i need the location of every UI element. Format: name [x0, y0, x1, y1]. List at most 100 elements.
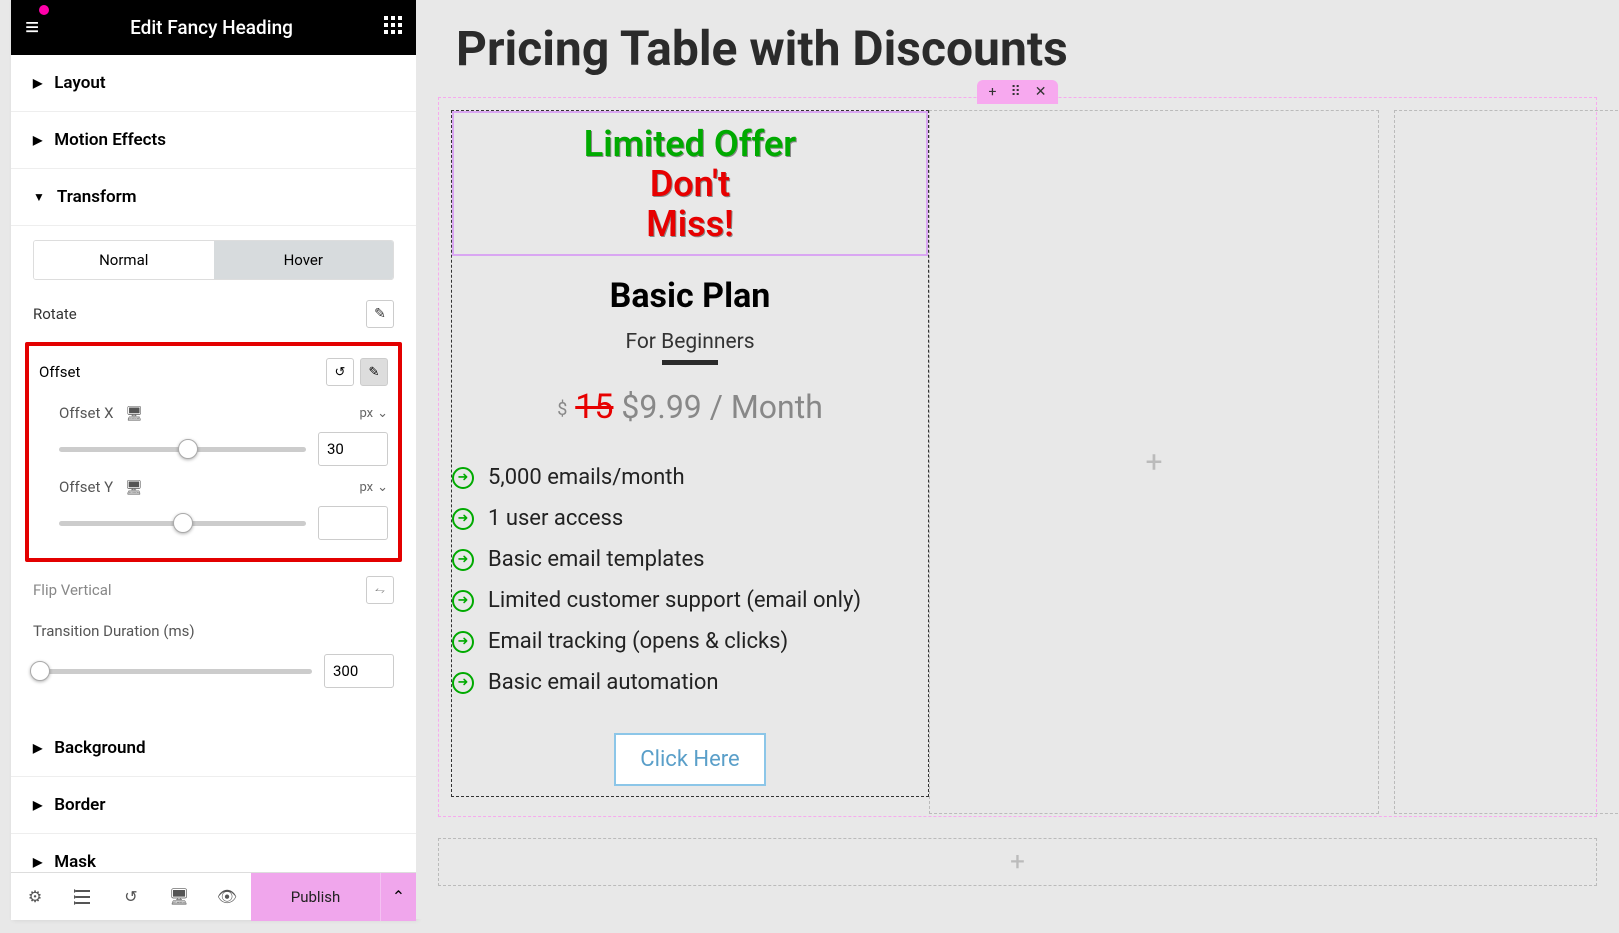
- transition-label: Transition Duration (ms): [33, 622, 394, 640]
- editor-sidebar: ≡ Edit Fancy Heading ▶ Layout ▶ Motion Eff…: [11, 0, 416, 920]
- price-currency: $: [557, 399, 567, 420]
- section-motion-effects[interactable]: ▶ Motion Effects: [11, 112, 416, 169]
- feature-item: ➜Basic email templates: [452, 539, 928, 580]
- offset-y-label: Offset Y: [59, 478, 113, 496]
- section-label: Mask: [54, 852, 96, 872]
- sidebar-header: ≡ Edit Fancy Heading: [11, 0, 416, 55]
- cta-button[interactable]: Click Here: [614, 733, 765, 786]
- caret-right-icon: ▶: [33, 798, 42, 812]
- section-label: Background: [54, 738, 145, 758]
- offer-line1: Don't: [472, 165, 908, 205]
- hamburger-icon[interactable]: ≡: [25, 13, 39, 42]
- widgets-grid-icon[interactable]: [384, 16, 402, 39]
- transition-slider[interactable]: [33, 669, 312, 674]
- price-original: 15: [575, 387, 613, 427]
- desktop-icon[interactable]: 🖥: [125, 480, 143, 496]
- check-circle-icon: ➜: [452, 467, 474, 489]
- check-circle-icon: ➜: [452, 631, 474, 653]
- offset-label: Offset: [39, 363, 80, 381]
- pricing-column-2-empty[interactable]: +: [929, 110, 1379, 814]
- sidebar-title: Edit Fancy Heading: [130, 16, 293, 39]
- rotate-row: Rotate ✎: [11, 290, 416, 338]
- section-label: Motion Effects: [54, 130, 166, 150]
- check-circle-icon: ➜: [452, 549, 474, 571]
- section-layout[interactable]: ▶ Layout: [11, 55, 416, 112]
- offset-edit-button[interactable]: ✎: [360, 358, 388, 386]
- navigator-icon[interactable]: [59, 873, 107, 921]
- caret-right-icon: ▶: [33, 133, 42, 147]
- slider-thumb[interactable]: [173, 513, 193, 533]
- rotate-label: Rotate: [33, 305, 77, 323]
- section-transform[interactable]: ▼ Transform: [11, 169, 416, 226]
- tab-hover[interactable]: Hover: [214, 241, 394, 279]
- chevron-down-icon: ⌄: [377, 406, 388, 421]
- chevron-down-icon: ⌄: [377, 480, 388, 495]
- section-label: Layout: [54, 73, 105, 93]
- offset-x-slider[interactable]: [59, 447, 306, 452]
- feature-item: ➜Limited customer support (email only): [452, 580, 928, 621]
- caret-right-icon: ▶: [33, 76, 42, 90]
- check-circle-icon: ➜: [452, 672, 474, 694]
- section-background[interactable]: ▶ Background: [11, 720, 416, 777]
- responsive-icon[interactable]: 🖥: [155, 873, 203, 921]
- section-mask[interactable]: ▶ Mask: [11, 834, 416, 872]
- transition-input[interactable]: [324, 654, 394, 688]
- offset-x-unit-select[interactable]: px ⌄: [359, 406, 388, 421]
- offer-line2: Miss!: [472, 205, 908, 245]
- offset-x-input[interactable]: [318, 432, 388, 466]
- section-label: Border: [54, 795, 105, 815]
- preview-icon[interactable]: 👁: [203, 873, 251, 921]
- feature-item: ➜5,000 emails/month: [452, 457, 928, 498]
- offset-y-unit-select[interactable]: px ⌄: [359, 480, 388, 495]
- offset-x-label: Offset X: [59, 404, 113, 422]
- section-close-button[interactable]: ✕: [1035, 84, 1047, 100]
- feature-item: ➜Email tracking (opens & clicks): [452, 621, 928, 662]
- pricing-column-1[interactable]: Limited Offer Don't Miss! Basic Plan For…: [451, 110, 929, 797]
- plan-divider: [662, 360, 718, 365]
- check-circle-icon: ➜: [452, 508, 474, 530]
- offset-panel: Offset ↺ ✎ Offset X 🖥 px ⌄ Offset Y: [25, 342, 402, 562]
- check-circle-icon: ➜: [452, 590, 474, 612]
- section-add-button[interactable]: +: [989, 84, 997, 100]
- offset-reset-button[interactable]: ↺: [326, 358, 354, 386]
- slider-thumb[interactable]: [30, 661, 50, 681]
- section-handle: + ⠿ ✕: [977, 80, 1059, 104]
- offset-y-slider[interactable]: [59, 521, 306, 526]
- price-line: $ 15 $9.99 / Month: [452, 387, 928, 427]
- section-label: Transform: [57, 187, 137, 207]
- slider-thumb[interactable]: [178, 439, 198, 459]
- offer-title: Limited Offer: [472, 123, 908, 165]
- bottom-toolbar: ⚙ ↺ 🖥 👁 Publish ⌃: [11, 872, 416, 920]
- feature-item: ➜Basic email automation: [452, 662, 928, 703]
- flip-vertical-label: Flip Vertical: [33, 581, 112, 599]
- caret-right-icon: ▶: [33, 741, 42, 755]
- add-widget-icon[interactable]: +: [1145, 445, 1162, 480]
- rotate-edit-button[interactable]: ✎: [366, 300, 394, 328]
- offset-header: Offset ↺ ✎: [29, 346, 398, 398]
- add-section-button[interactable]: +: [438, 838, 1597, 886]
- section-list: ▶ Layout ▶ Motion Effects ▼ Transform Norma…: [11, 55, 416, 872]
- publish-button[interactable]: Publish: [251, 873, 380, 921]
- desktop-icon[interactable]: 🖥: [125, 406, 143, 422]
- pricing-section[interactable]: + ⠿ ✕ Limited Offer Don't Miss! Basic Pl…: [438, 97, 1597, 817]
- canvas: Pricing Table with Discounts + ⠿ ✕ Limit…: [416, 0, 1619, 919]
- section-border[interactable]: ▶ Border: [11, 777, 416, 834]
- caret-down-icon: ▼: [33, 190, 45, 204]
- offset-y-row: Offset Y 🖥 px ⌄: [29, 472, 398, 546]
- state-tabs: Normal Hover: [33, 240, 394, 280]
- flip-vertical-button[interactable]: ⥊: [366, 576, 394, 604]
- plan-name: Basic Plan: [452, 276, 928, 316]
- section-drag-handle[interactable]: ⠿: [1010, 84, 1020, 100]
- pricing-column-3-empty[interactable]: [1394, 110, 1619, 814]
- feature-item: ➜1 user access: [452, 498, 928, 539]
- offer-heading[interactable]: Limited Offer Don't Miss!: [452, 111, 928, 256]
- settings-icon[interactable]: ⚙: [11, 873, 59, 921]
- offset-y-input[interactable]: [318, 506, 388, 540]
- publish-options-button[interactable]: ⌃: [380, 873, 416, 921]
- history-icon[interactable]: ↺: [107, 873, 155, 921]
- caret-right-icon: ▶: [33, 855, 42, 869]
- plan-subtitle: For Beginners: [452, 330, 928, 354]
- tab-normal[interactable]: Normal: [34, 241, 214, 279]
- flip-vertical-row: Flip Vertical ⥊: [11, 566, 416, 614]
- offset-x-row: Offset X 🖥 px ⌄: [29, 398, 398, 472]
